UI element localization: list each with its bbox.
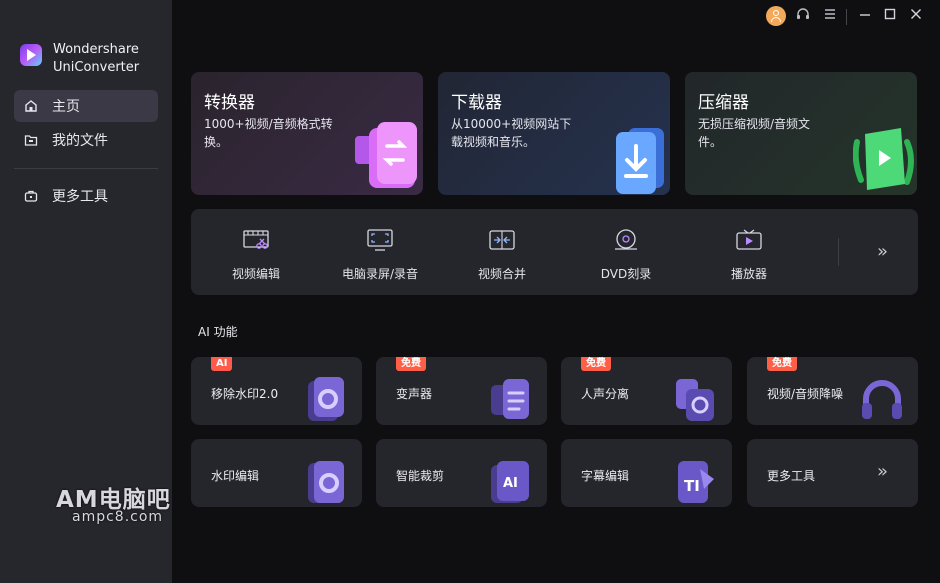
card-description: 无损压缩视频/音频文件。 — [698, 117, 811, 149]
ai-tool-smart-crop[interactable]: 智能裁剪 AI — [376, 439, 547, 507]
card-description: 1000+视频/音频格式转换。 — [204, 117, 333, 149]
tool-label: DVD刻录 — [600, 267, 652, 281]
watermark-remove-icon — [308, 377, 344, 421]
watermark-edit-icon — [308, 461, 344, 503]
downloader-card[interactable]: 下载器 从10000+视频网站下载视频和音乐。 — [438, 72, 670, 195]
home-icon — [24, 99, 38, 113]
tool-label: 电脑录屏/录音 — [341, 267, 419, 281]
subtitle-icon: TI — [678, 461, 714, 503]
svg-text:TI: TI — [684, 477, 700, 495]
headphones-icon — [862, 380, 902, 419]
more-tools-arrow-icon[interactable]: » — [877, 241, 888, 262]
ai-tool-subtitle-edit[interactable]: 字幕编辑 TI — [561, 439, 732, 507]
sidebar-item-more-tools[interactable]: 更多工具 — [14, 180, 158, 212]
ai-tool-voice-changer[interactable]: 免费 变声器 — [376, 357, 547, 425]
ai-tool-label: 变声器 — [396, 387, 433, 401]
toolbar-divider — [838, 238, 839, 266]
card-title: 压缩器 — [698, 93, 749, 113]
maximize-icon[interactable] — [881, 7, 899, 25]
tool-dvd-burn[interactable]: DVD刻录 — [571, 209, 681, 295]
sidebar-item-label: 我的文件 — [52, 133, 108, 149]
tool-merge[interactable]: 视频合并 — [447, 209, 557, 295]
sidebar-item-my-files[interactable]: 我的文件 — [14, 124, 158, 156]
compressor-card[interactable]: 压缩器 无损压缩视频/音频文件。 — [685, 72, 917, 195]
ai-tool-label: 更多工具 — [767, 469, 816, 483]
avatar-icon[interactable] — [766, 6, 786, 26]
ai-tool-watermark-edit[interactable]: 水印编辑 — [191, 439, 362, 507]
section-title: AI 功能 — [198, 325, 238, 339]
sidebar-item-home[interactable]: 主页 — [14, 90, 158, 122]
folder-icon — [24, 133, 38, 147]
ai-badge: AI — [211, 357, 233, 371]
tool-label: 视频编辑 — [231, 267, 280, 281]
card-description: 从10000+视频网站下载视频和音乐。 — [451, 117, 572, 149]
screen-record-icon — [367, 229, 393, 251]
tool-player[interactable]: 播放器 — [694, 209, 804, 295]
ai-tool-label: 水印编辑 — [211, 469, 260, 483]
ai-tool-label: 移除水印2.0 — [211, 387, 279, 401]
free-badge: 免费 — [581, 357, 611, 371]
video-edit-icon — [243, 230, 269, 249]
merge-icon — [489, 230, 515, 250]
tool-label: 视频合并 — [477, 267, 526, 281]
brand-name-line2: UniConverter — [53, 60, 140, 75]
tool-label: 播放器 — [730, 267, 767, 281]
card-title: 下载器 — [451, 93, 502, 113]
player-icon — [736, 229, 762, 250]
close-icon[interactable] — [907, 7, 925, 25]
ai-tool-label: 智能裁剪 — [396, 469, 445, 483]
converter-card[interactable]: 转换器 1000+视频/音频格式转换。 — [191, 72, 423, 195]
ai-tool-label: 人声分离 — [581, 387, 630, 401]
dvd-icon — [615, 229, 637, 250]
headset-icon[interactable] — [794, 7, 812, 25]
converter-icon — [351, 120, 423, 195]
ai-crop-icon: AI — [491, 461, 529, 503]
ai-tool-label: 视频/音频降噪 — [767, 387, 844, 401]
svg-text:AI: AI — [503, 476, 518, 491]
free-badge: 免费 — [767, 357, 797, 371]
card-title: 转换器 — [204, 93, 255, 113]
toolbox-icon — [24, 189, 38, 203]
sidebar-item-label: 主页 — [52, 99, 80, 115]
download-icon — [606, 124, 670, 195]
free-badge: 免费 — [396, 357, 426, 371]
ai-tool-watermark-remove[interactable]: AI 移除水印2.0 — [191, 357, 362, 425]
ai-tool-vocal-remover[interactable]: 免费 人声分离 — [561, 357, 732, 425]
menu-icon[interactable] — [821, 7, 839, 25]
voice-changer-icon — [491, 379, 529, 419]
ai-tool-more[interactable]: 更多工具 » — [747, 439, 918, 507]
more-arrow-icon: » — [877, 461, 889, 482]
compress-icon — [852, 124, 917, 195]
tool-video-edit[interactable]: 视频编辑 — [201, 209, 311, 295]
titlebar-divider — [846, 9, 847, 25]
vocal-remover-icon — [676, 379, 714, 421]
tool-screen-record[interactable]: 电脑录屏/录音 — [325, 209, 435, 295]
ai-tool-noise-reduction[interactable]: 免费 视频/音频降噪 — [747, 357, 918, 425]
sidebar-item-label: 更多工具 — [52, 189, 108, 205]
minimize-icon[interactable] — [856, 7, 874, 25]
brand-name-line1: Wondershare — [53, 42, 139, 57]
app-logo-icon — [20, 44, 42, 66]
watermark-url: ampc8.com — [72, 509, 164, 525]
sidebar-divider — [14, 168, 158, 169]
ai-tool-label: 字幕编辑 — [581, 469, 630, 483]
